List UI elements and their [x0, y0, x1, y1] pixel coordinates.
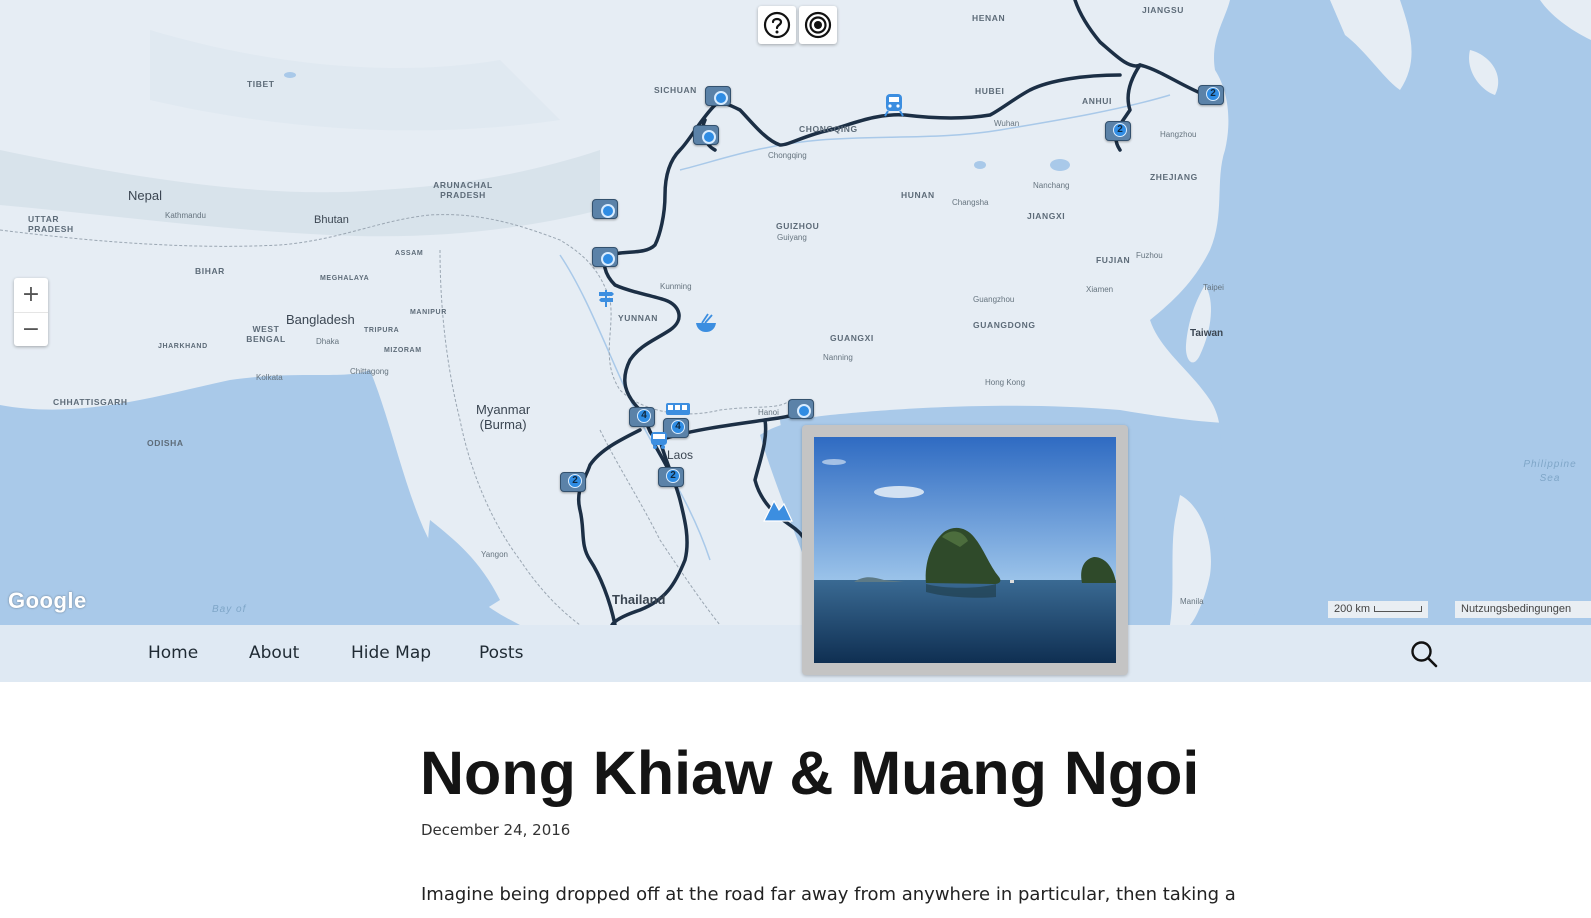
photo-thumbnail [814, 437, 1116, 663]
search-button[interactable] [1409, 639, 1439, 669]
photo-marker[interactable] [788, 399, 814, 419]
photo-preview-popup[interactable] [802, 425, 1128, 675]
zoom-control: + − [14, 278, 48, 346]
photo-cluster-marker[interactable]: 2 [560, 472, 586, 492]
train-icon[interactable] [883, 93, 905, 117]
photo-cluster-marker[interactable]: 2 [658, 467, 684, 487]
cluster-count: 2 [666, 469, 680, 483]
food-bowl-icon[interactable] [694, 312, 718, 334]
main-navigation: Home About Hide Map Posts [0, 625, 1591, 682]
photo-marker[interactable] [705, 86, 731, 106]
post-excerpt: Imagine being dropped off at the road fa… [421, 884, 1236, 905]
terms-link[interactable]: Nutzungsbedingungen [1455, 601, 1591, 618]
target-icon [804, 11, 832, 39]
map-base [0, 0, 1591, 625]
zoom-in-button[interactable]: + [14, 278, 48, 312]
post-date[interactable]: December 24, 2016 [421, 821, 570, 839]
scale-text: 200 km [1334, 603, 1371, 615]
photo-marker[interactable] [592, 199, 618, 219]
photo-cluster-marker[interactable]: 2 [1198, 85, 1224, 105]
help-button[interactable] [758, 6, 796, 44]
bus-icon[interactable] [665, 402, 691, 418]
search-icon [1411, 641, 1438, 668]
mountain-icon[interactable] [763, 496, 793, 522]
nav-posts[interactable]: Posts [479, 643, 523, 663]
scale-line [1374, 606, 1423, 613]
post-title[interactable]: Nong Khiaw & Muang Ngoi [420, 738, 1199, 808]
help-circle-icon [763, 11, 791, 39]
google-logo: Google [8, 588, 87, 613]
photo-cluster-marker[interactable]: 2 [1105, 121, 1131, 141]
bus-icon-alt[interactable] [649, 430, 669, 450]
cluster-count: 4 [671, 420, 685, 434]
nav-hide-map[interactable]: Hide Map [351, 643, 431, 663]
cluster-count: 2 [1113, 123, 1127, 137]
photo-marker[interactable] [693, 125, 719, 145]
nav-home[interactable]: Home [148, 643, 198, 663]
locate-button[interactable] [799, 6, 837, 44]
zoom-out-button[interactable]: − [14, 312, 48, 346]
cluster-count: 2 [1206, 87, 1220, 101]
photo-cluster-marker[interactable]: 4 [629, 407, 655, 427]
cluster-count: 2 [568, 474, 582, 488]
cluster-count: 4 [637, 409, 651, 423]
signpost-icon[interactable] [596, 288, 616, 308]
travel-map[interactable]: Nepal Bhutan Bangladesh Myanmar (Burma) … [0, 0, 1591, 625]
nav-about[interactable]: About [249, 643, 299, 663]
photo-marker[interactable] [592, 247, 618, 267]
map-scale[interactable]: 200 km [1328, 601, 1429, 618]
